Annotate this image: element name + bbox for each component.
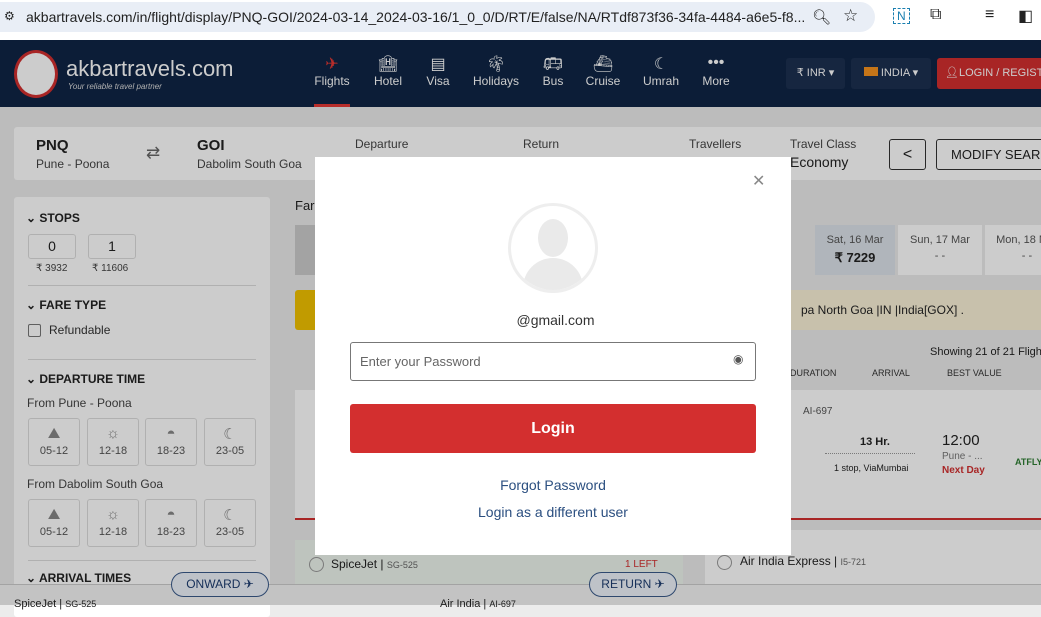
account-email: @gmail.com [516, 312, 595, 328]
login-modal: ✕ @gmail.com Enter your Password ◉ Login… [315, 157, 791, 555]
url-text: akbartravels.com/in/flight/display/PNQ-G… [26, 9, 806, 25]
password-input[interactable]: Enter your Password ◉ [350, 342, 756, 381]
site-info-icon[interactable]: ⚙ [4, 9, 15, 23]
sidepanel-icon[interactable]: ◧ [1018, 6, 1033, 26]
eye-icon[interactable]: ◉ [733, 352, 743, 366]
media-icon[interactable]: ≡ [985, 6, 994, 24]
url-bar[interactable]: akbartravels.com/in/flight/display/PNQ-G… [0, 2, 875, 32]
browser-bar: akbartravels.com/in/flight/display/PNQ-G… [0, 0, 1041, 40]
password-placeholder: Enter your Password [360, 354, 481, 369]
zoom-icon[interactable]: 🔍︎ [812, 8, 831, 26]
extension-icon[interactable]: N [893, 8, 910, 24]
login-button[interactable]: Login [350, 404, 756, 453]
star-icon[interactable]: ☆ [843, 6, 858, 26]
avatar [508, 203, 598, 293]
different-user-link[interactable]: Login as a different user [315, 504, 791, 520]
puzzle-icon[interactable]: ⧉ [930, 6, 941, 24]
forgot-password-link[interactable]: Forgot Password [315, 477, 791, 493]
close-icon[interactable]: ✕ [752, 171, 765, 191]
